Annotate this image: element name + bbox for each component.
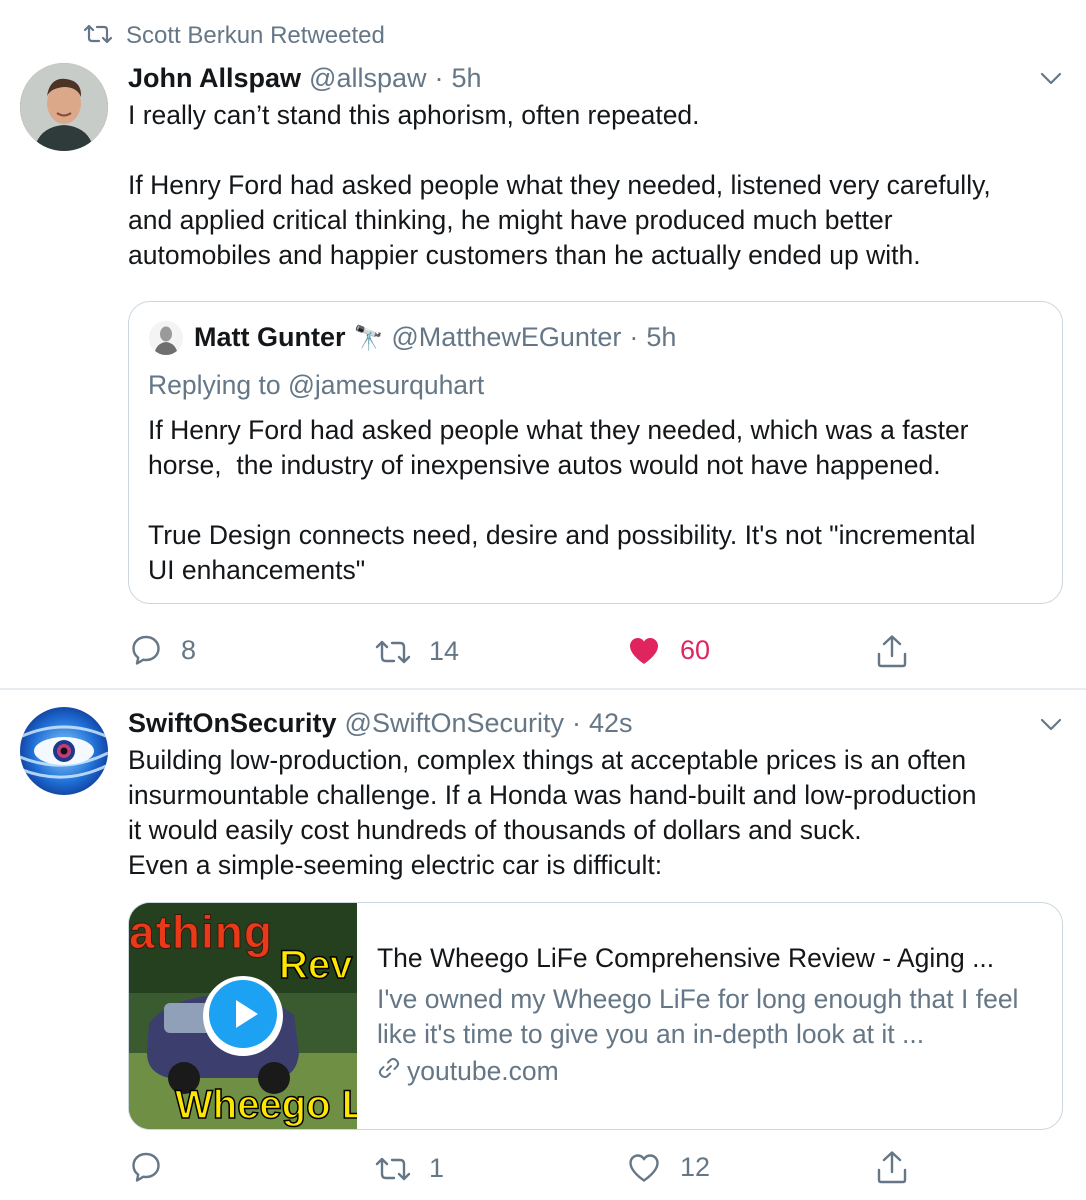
author-name[interactable]: John Allspaw bbox=[128, 63, 301, 94]
quote-timestamp: 5h bbox=[646, 322, 677, 352]
heart-icon bbox=[628, 1153, 660, 1183]
chevron-down-icon[interactable] bbox=[1040, 72, 1062, 91]
timestamp[interactable]: 42s bbox=[589, 708, 633, 739]
retweet-header: Scott Berkun Retweeted bbox=[83, 22, 385, 50]
quote-author-handle[interactable]: @MatthewEGunter bbox=[391, 322, 621, 353]
thumb-text-top: athing bbox=[129, 906, 273, 959]
heart-icon bbox=[628, 636, 660, 666]
reply-count: 8 bbox=[181, 634, 197, 665]
link-domain-text: youtube.com bbox=[407, 1056, 559, 1086]
thumb-text-bottom: Wheego L bbox=[174, 1082, 357, 1128]
like-button[interactable]: 60 bbox=[628, 635, 710, 666]
like-count: 60 bbox=[680, 635, 711, 665]
thumb-text-mid: Rev bbox=[278, 942, 353, 988]
author-name[interactable]: SwiftOnSecurity bbox=[128, 708, 337, 739]
like-count: 12 bbox=[680, 1152, 711, 1182]
share-icon[interactable] bbox=[876, 634, 908, 673]
divider bbox=[0, 688, 1086, 690]
retweet-header-text: Scott Berkun Retweeted bbox=[126, 22, 385, 49]
replying-to[interactable]: Replying to @jamesurquhart bbox=[148, 370, 484, 401]
quote-text: If Henry Ford had asked people what they… bbox=[148, 415, 976, 585]
share-icon[interactable] bbox=[876, 1150, 908, 1189]
video-thumbnail[interactable]: athing Rev Wheego L bbox=[129, 903, 357, 1129]
tweet1-header: John Allspaw @allspaw · 5h bbox=[128, 63, 482, 94]
quote-dot-separator: · bbox=[629, 322, 639, 352]
quote-avatar[interactable] bbox=[149, 321, 183, 355]
reply-button[interactable]: 8 bbox=[131, 634, 196, 666]
avatar[interactable] bbox=[20, 63, 108, 151]
author-handle[interactable]: @allspaw bbox=[309, 63, 426, 94]
quoted-tweet[interactable]: Matt Gunter 🔭 @MatthewEGunter · 5h Reply… bbox=[128, 301, 1063, 604]
retweet-button[interactable]: 14 bbox=[375, 636, 459, 667]
reply-button[interactable] bbox=[131, 1151, 181, 1183]
telescope-emoji: 🔭 bbox=[353, 325, 384, 352]
retweet-icon bbox=[83, 23, 113, 50]
chevron-down-icon[interactable] bbox=[1040, 718, 1062, 737]
tweet2-text: Building low-production, complex things … bbox=[128, 745, 977, 880]
link-icon bbox=[377, 1056, 401, 1087]
dot-separator: · bbox=[434, 63, 444, 93]
tweet2-header: SwiftOnSecurity @SwiftOnSecurity · 42s bbox=[128, 708, 633, 739]
link-preview-card[interactable]: athing Rev Wheego L The Wheego LiFe Comp… bbox=[128, 902, 1063, 1130]
quote-author-name[interactable]: Matt Gunter bbox=[194, 322, 346, 353]
link-title[interactable]: The Wheego LiFe Comprehensive Review - A… bbox=[377, 943, 994, 974]
timestamp[interactable]: 5h bbox=[451, 63, 481, 94]
retweet-icon bbox=[375, 638, 411, 666]
author-handle[interactable]: @SwiftOnSecurity bbox=[345, 708, 564, 739]
tweet1-text: I really can’t stand this aphorism, ofte… bbox=[128, 100, 991, 270]
quote-header: Matt Gunter 🔭 @MatthewEGunter · 5h bbox=[194, 322, 676, 353]
avatar[interactable] bbox=[20, 707, 108, 795]
play-button[interactable] bbox=[203, 976, 283, 1056]
retweet-count: 1 bbox=[429, 1153, 445, 1183]
link-description: I've owned my Wheego LiFe for long enoug… bbox=[377, 984, 1019, 1049]
like-button[interactable]: 12 bbox=[628, 1152, 710, 1183]
retweet-icon bbox=[375, 1155, 411, 1183]
retweet-count: 14 bbox=[429, 636, 460, 666]
reply-icon bbox=[131, 1151, 161, 1183]
dot-separator: · bbox=[572, 708, 582, 738]
play-icon bbox=[207, 978, 279, 1055]
link-domain[interactable]: youtube.com bbox=[377, 1056, 559, 1087]
reply-icon bbox=[131, 634, 161, 666]
retweet-button[interactable]: 1 bbox=[375, 1153, 444, 1184]
